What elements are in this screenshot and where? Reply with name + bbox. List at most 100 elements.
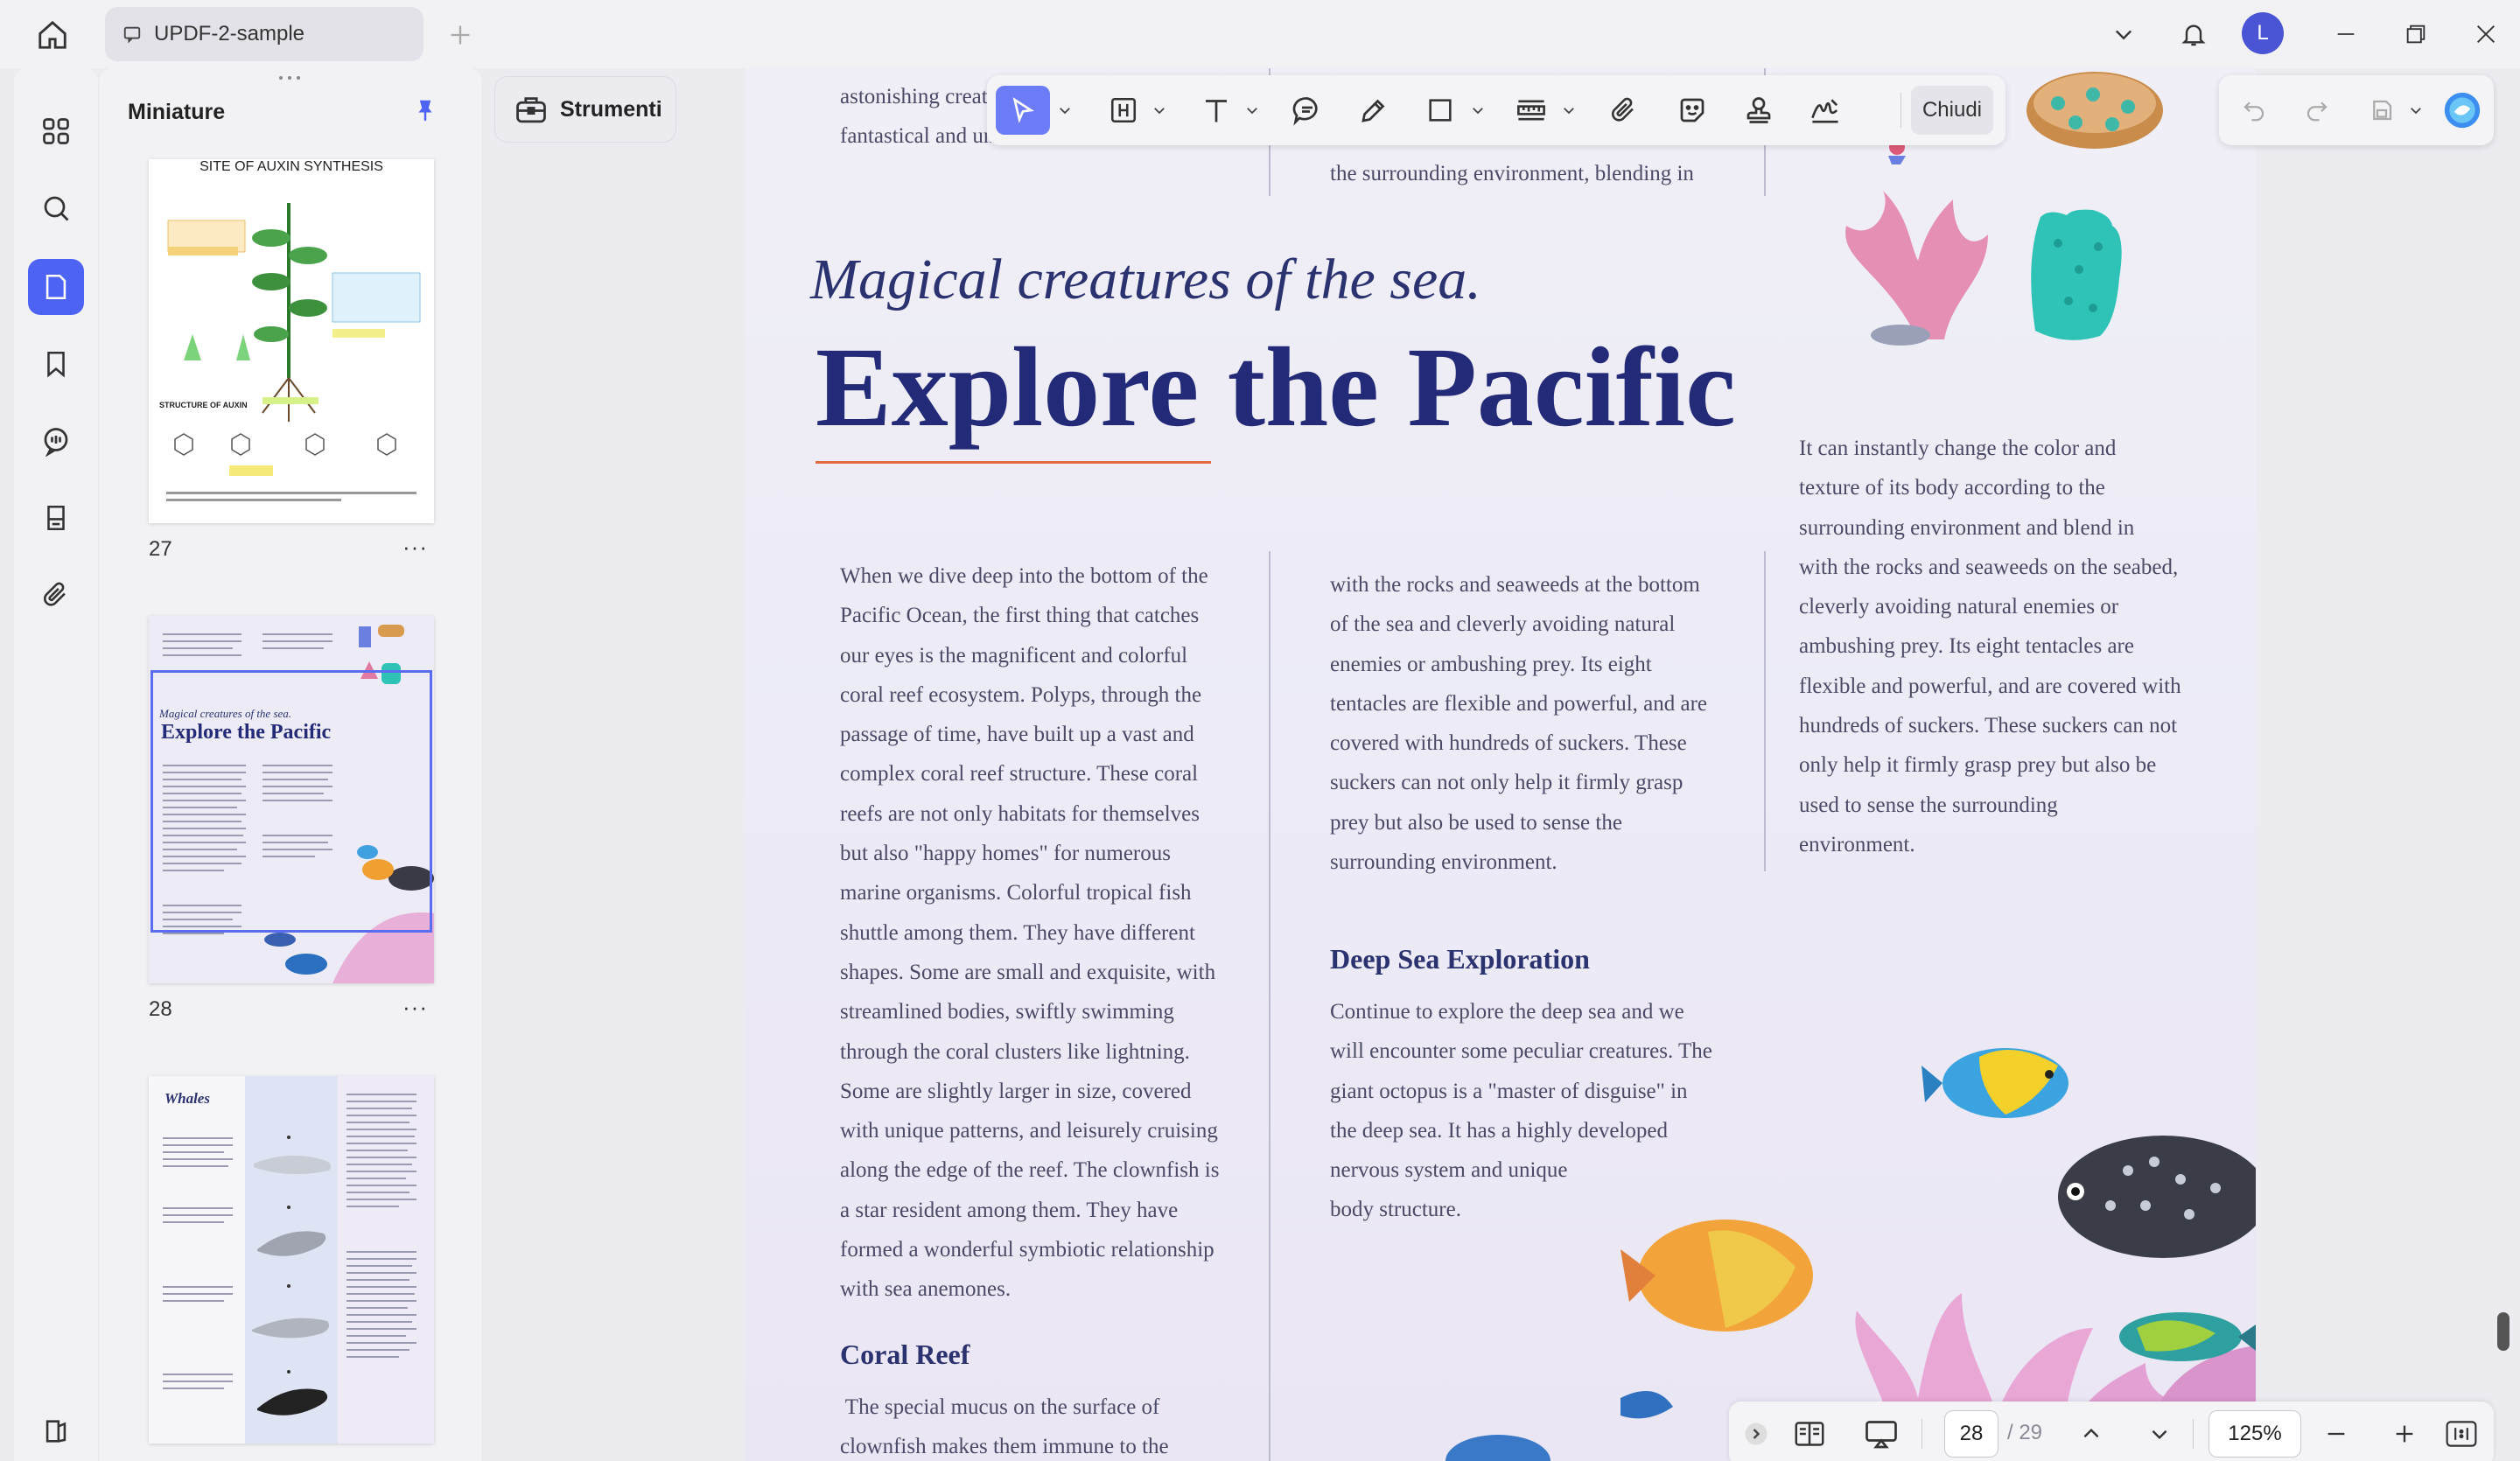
thumbnail-page-27[interactable]: SITE OF AUXIN SYNTHESIS STRUCTURE OF AUX… <box>149 159 434 523</box>
text-line: with the rocks and seaweeds on the seabe… <box>1799 555 2179 579</box>
text-line: only help it firmly grasp prey but also … <box>1799 753 2157 778</box>
minimize-icon[interactable] <box>2324 14 2368 54</box>
document-page: astonishing creat fantastical and un the … <box>746 68 2256 1461</box>
bell-icon[interactable] <box>2172 14 2216 54</box>
signature-icon[interactable] <box>1801 86 1850 135</box>
restore-icon[interactable] <box>2394 14 2438 54</box>
actual-size-icon[interactable] <box>2440 1412 2483 1456</box>
text-line: enemies or ambushing prey. Its eight <box>1330 652 1652 676</box>
chevron-down-icon[interactable] <box>2404 86 2427 135</box>
thumbnails-title: Miniature <box>128 100 226 124</box>
text-line: reefs are not only habitats for themselv… <box>840 801 1200 826</box>
chat-bubble-icon <box>122 24 142 44</box>
thumbnail-page-28[interactable]: Magical creatures of the sea. Explore th… <box>149 616 434 983</box>
column-2-text: with the rocks and seaweeds at the botto… <box>1330 565 1707 882</box>
thumbnail-page-29[interactable]: Whales <box>149 1076 434 1444</box>
text-line: When we dive deep into the bottom of the <box>840 564 1208 588</box>
text-line: nervous system and unique <box>1330 1158 1568 1183</box>
close-toolbar-button[interactable]: Chiudi <box>1911 86 1993 135</box>
text-line: clownfish makes them immune to the <box>840 1435 1169 1459</box>
pen-icon[interactable] <box>1349 86 1398 135</box>
total-pages: / 29 <box>2007 1421 2043 1444</box>
grid-apps-icon[interactable] <box>28 103 84 159</box>
text-line: environment. <box>1799 832 1915 856</box>
thumbnail-subheading: STRUCTURE OF AUXIN <box>159 401 248 409</box>
chevron-down-icon[interactable] <box>2102 14 2146 54</box>
text-box-icon[interactable] <box>1101 86 1146 135</box>
zoom-level-input[interactable]: 125% <box>2208 1410 2301 1458</box>
page-layout-icon[interactable] <box>1787 1412 1832 1456</box>
text-line: shapes. Some are small and exquisite, wi… <box>840 960 1216 984</box>
text-line: with unique patterns, and leisurely crui… <box>840 1119 1218 1143</box>
zoom-in-icon[interactable] <box>2385 1412 2424 1456</box>
document-tab[interactable]: UPDF-2-sample <box>105 7 424 61</box>
page-more-menu[interactable]: ··· <box>402 534 428 561</box>
comment-icon[interactable] <box>1283 86 1332 135</box>
close-window-icon[interactable] <box>2464 14 2508 54</box>
save-icon[interactable] <box>2359 86 2404 135</box>
undo-icon[interactable] <box>2231 86 2277 135</box>
tools-button-label: Strumenti <box>560 96 662 122</box>
text-tool-icon[interactable] <box>1194 86 1239 135</box>
text-line: texture of its body according to the <box>1799 476 2105 500</box>
chevron-down-icon[interactable] <box>1054 86 1076 135</box>
stamp-icon[interactable] <box>1734 86 1783 135</box>
chevron-down-icon[interactable] <box>1148 86 1171 135</box>
zoom-out-icon[interactable] <box>2317 1412 2356 1456</box>
thumbnail-page-art <box>163 1076 434 1444</box>
toolbar-divider <box>1900 93 1901 128</box>
comments-icon[interactable] <box>28 413 84 469</box>
thumbnails-icon[interactable] <box>28 259 84 315</box>
thumbnail-title: Whales <box>164 1090 210 1107</box>
text-line: surrounding environment. <box>1330 850 1558 875</box>
sticker-icon[interactable] <box>1668 86 1717 135</box>
viewport-indicator[interactable] <box>150 670 432 933</box>
thumbnails-panel: Miniature SITE OF AUXIN SYNTHESIS STRUCT… <box>100 68 481 1461</box>
layers-icon[interactable] <box>28 1403 84 1459</box>
bar-divider <box>2193 1419 2194 1449</box>
add-tab-icon[interactable] <box>443 17 478 52</box>
text-line: prey but also be used to sense the <box>1330 810 1622 835</box>
chevron-down-icon[interactable] <box>1241 86 1264 135</box>
text-line: marine organisms. Colorful tropical fish <box>840 881 1192 905</box>
tools-button[interactable]: Strumenti <box>495 77 676 142</box>
measure-ruler-icon[interactable] <box>1507 86 1556 135</box>
stack-icon[interactable] <box>28 490 84 546</box>
search-icon[interactable] <box>28 180 84 236</box>
text-line: with the rocks and seaweeds at the botto… <box>1330 573 1700 597</box>
text-line: coral reef ecosystem. Polyps, through th… <box>840 682 1202 707</box>
left-rail <box>14 68 98 1461</box>
text-line: of the sea and cleverly avoiding natural <box>1330 612 1676 637</box>
drag-grip-icon[interactable] <box>276 73 303 82</box>
text-line: formed a wonderful symbiotic relationshi… <box>840 1238 1214 1262</box>
vertical-scrollbar[interactable] <box>2497 1312 2510 1351</box>
chevron-down-icon[interactable] <box>1558 86 1580 135</box>
text-line: a star resident among them. They have <box>840 1198 1179 1222</box>
select-cursor-icon[interactable] <box>996 86 1050 135</box>
attachment-icon[interactable] <box>1600 86 1648 135</box>
presentation-icon[interactable] <box>1857 1412 1906 1456</box>
text-line: will encounter some peculiar creatures. … <box>1330 1039 1712 1064</box>
text-line: Pacific Ocean, the first thing that catc… <box>840 604 1200 628</box>
expand-arrow-icon[interactable] <box>1741 1412 1771 1456</box>
chevron-up-icon[interactable] <box>2072 1412 2110 1456</box>
text-line: shuttle among them. They have different <box>840 920 1195 945</box>
user-avatar[interactable]: L <box>2242 12 2284 54</box>
ai-assistant-icon[interactable] <box>2438 86 2487 135</box>
title-underline <box>816 461 1211 464</box>
attachment-icon[interactable] <box>28 567 84 623</box>
current-page-input[interactable]: 28 <box>1944 1410 1998 1458</box>
rectangle-icon[interactable] <box>1416 86 1465 135</box>
text-line: It can instantly change the color and <box>1799 437 2117 460</box>
bookmark-icon[interactable] <box>28 336 84 392</box>
chevron-down-icon[interactable] <box>1466 86 1489 135</box>
text-line: with sea anemones. <box>840 1277 1012 1302</box>
page-subtitle: Magical creatures of the sea. <box>810 248 1481 311</box>
chevron-down-icon[interactable] <box>2140 1412 2179 1456</box>
redo-icon[interactable] <box>2294 86 2340 135</box>
pin-icon[interactable] <box>408 93 443 128</box>
home-icon[interactable] <box>33 17 72 52</box>
text-line: tentacles are flexible and powerful, and… <box>1330 691 1708 716</box>
page-more-menu[interactable]: ··· <box>402 994 428 1021</box>
text-line: body structure. <box>1330 1198 1461 1222</box>
